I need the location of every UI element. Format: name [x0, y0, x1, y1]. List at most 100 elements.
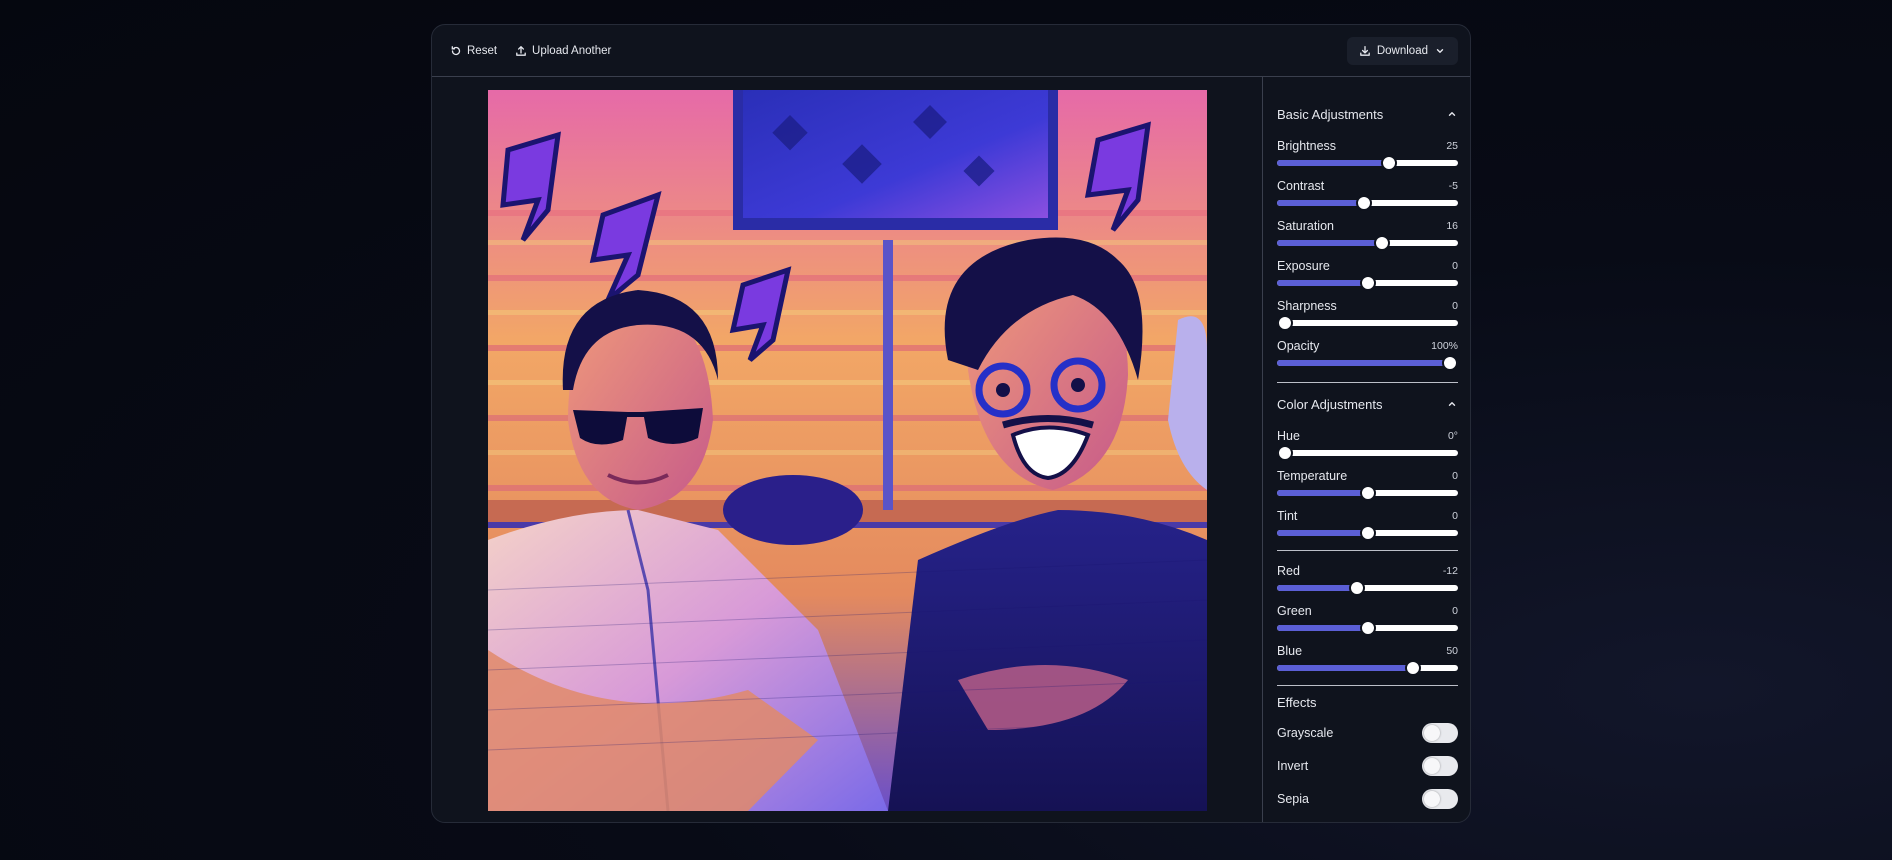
reset-label: Reset: [467, 44, 498, 57]
red-slider[interactable]: [1277, 580, 1458, 596]
basic-adjustments-title: Basic Adjustments: [1277, 106, 1384, 122]
section-divider: [1277, 550, 1458, 551]
hue-slider[interactable]: [1277, 445, 1458, 461]
slider-thumb[interactable]: [1404, 660, 1421, 676]
invert-label: Invert: [1277, 759, 1309, 773]
slider-thumb[interactable]: [1277, 445, 1293, 461]
temperature-label: Temperature: [1277, 469, 1348, 483]
green-control: Green 0: [1277, 603, 1458, 636]
invert-toggle[interactable]: [1422, 756, 1458, 776]
reset-button[interactable]: Reset: [450, 45, 497, 57]
comic-portrait-illustration: [488, 90, 1207, 811]
slider-thumb[interactable]: [1359, 620, 1376, 636]
edited-image[interactable]: [488, 90, 1207, 811]
exposure-slider[interactable]: [1277, 275, 1458, 291]
slider-fill: [1277, 530, 1368, 536]
grayscale-row: Grayscale: [1277, 722, 1458, 744]
red-value: -12: [1442, 565, 1458, 577]
contrast-control: Contrast -5: [1277, 178, 1458, 211]
blue-control: Blue 50: [1277, 643, 1458, 676]
chevron-up-icon: [1448, 402, 1456, 406]
invert-row: Invert: [1277, 755, 1458, 777]
slider-thumb[interactable]: [1359, 485, 1376, 501]
sharpness-slider[interactable]: [1277, 315, 1458, 331]
blue-value: 50: [1446, 645, 1458, 657]
saturation-control: Saturation 16: [1277, 218, 1458, 251]
toggle-knob: [1424, 758, 1440, 774]
effects-title: Effects: [1277, 694, 1317, 710]
temperature-value: 0: [1452, 470, 1458, 482]
contrast-label: Contrast: [1277, 179, 1325, 193]
slider-thumb[interactable]: [1442, 355, 1458, 371]
download-icon: [1359, 45, 1370, 56]
blue-label: Blue: [1277, 644, 1303, 658]
brightness-value: 25: [1446, 140, 1458, 152]
rotate-ccw-icon: [451, 45, 461, 55]
upload-icon: [516, 45, 526, 56]
sepia-label: Sepia: [1277, 792, 1309, 806]
color-adjustments-title: Color Adjustments: [1277, 396, 1383, 412]
slider-thumb[interactable]: [1277, 315, 1293, 331]
slider-fill: [1277, 625, 1368, 631]
opacity-slider[interactable]: [1277, 355, 1458, 371]
hue-label: Hue: [1277, 429, 1300, 443]
toolbar: Reset Upload Another Download: [432, 25, 1470, 77]
saturation-value: 16: [1446, 220, 1458, 232]
slider-fill: [1277, 160, 1390, 166]
contrast-value: -5: [1448, 180, 1458, 192]
temperature-slider[interactable]: [1277, 485, 1458, 501]
green-value: 0: [1452, 605, 1458, 617]
canvas-area: [432, 77, 1263, 822]
basic-adjustments-header[interactable]: Basic Adjustments: [1277, 104, 1458, 124]
slider-thumb[interactable]: [1359, 275, 1376, 291]
slider-fill: [1277, 665, 1413, 671]
color-adjustments-header[interactable]: Color Adjustments: [1277, 394, 1458, 414]
slider-thumb[interactable]: [1381, 155, 1398, 171]
red-control: Red -12: [1277, 563, 1458, 596]
slider-thumb[interactable]: [1348, 580, 1365, 596]
brightness-label: Brightness: [1277, 139, 1337, 153]
hue-control: Hue 0°: [1277, 428, 1458, 461]
blue-slider[interactable]: [1277, 660, 1458, 676]
download-label: Download: [1376, 45, 1428, 57]
opacity-control: Opacity 100%: [1277, 338, 1458, 371]
exposure-value: 0: [1452, 260, 1458, 272]
sepia-row: Sepia: [1277, 788, 1458, 810]
saturation-slider[interactable]: [1277, 235, 1458, 251]
opacity-value: 100%: [1431, 340, 1458, 352]
slider-fill: [1277, 585, 1357, 591]
grayscale-label: Grayscale: [1277, 726, 1334, 740]
slider-fill: [1277, 200, 1364, 206]
toggle-knob: [1424, 725, 1440, 741]
upload-another-label: Upload Another: [532, 44, 612, 57]
download-button[interactable]: Download: [1346, 37, 1458, 65]
opacity-label: Opacity: [1277, 339, 1320, 353]
temperature-control: Temperature 0: [1277, 468, 1458, 501]
brightness-slider[interactable]: [1277, 155, 1458, 171]
adjustments-panel: Basic Adjustments Brightness 25 Contrast -…: [1264, 77, 1470, 822]
saturation-label: Saturation: [1277, 219, 1334, 233]
sharpness-label: Sharpness: [1277, 299, 1337, 313]
tint-value: 0: [1452, 510, 1458, 522]
red-label: Red: [1277, 564, 1300, 578]
section-divider: [1277, 685, 1458, 686]
tint-control: Tint 0: [1277, 508, 1458, 541]
slider-fill: [1277, 280, 1368, 286]
upload-another-button[interactable]: Upload Another: [515, 45, 611, 57]
slider-thumb[interactable]: [1373, 235, 1390, 251]
tint-slider[interactable]: [1277, 525, 1458, 541]
section-divider: [1277, 382, 1458, 383]
slider-fill: [1277, 240, 1382, 246]
green-label: Green: [1277, 604, 1312, 618]
contrast-slider[interactable]: [1277, 195, 1458, 211]
grayscale-toggle[interactable]: [1422, 723, 1458, 743]
tint-label: Tint: [1277, 509, 1298, 523]
slider-fill: [1277, 490, 1368, 496]
slider-thumb[interactable]: [1359, 525, 1376, 541]
green-slider[interactable]: [1277, 620, 1458, 636]
slider-fill: [1277, 360, 1458, 366]
chevron-down-icon: [1436, 49, 1444, 53]
sharpness-value: 0: [1452, 300, 1458, 312]
slider-thumb[interactable]: [1355, 195, 1372, 211]
sepia-toggle[interactable]: [1422, 789, 1458, 809]
